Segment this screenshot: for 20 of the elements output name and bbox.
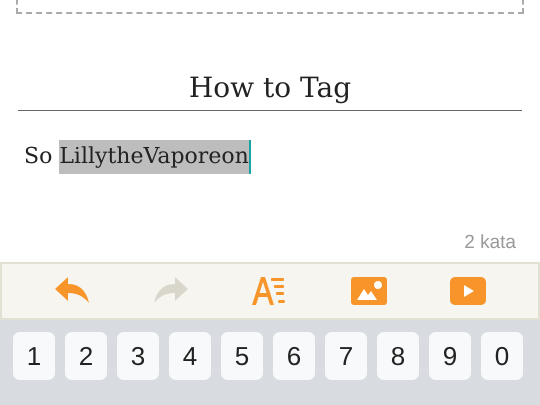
body-text: So — [24, 143, 54, 171]
keyboard-key[interactable]: 8 — [377, 332, 419, 380]
undo-icon — [54, 277, 89, 305]
redo-icon — [154, 277, 188, 305]
video-icon — [450, 277, 486, 305]
keyboard-key[interactable]: 0 — [481, 332, 523, 380]
text-cursor — [248, 140, 251, 174]
keyboard-key[interactable]: 3 — [117, 332, 159, 380]
keyboard-key[interactable]: 7 — [325, 332, 367, 380]
selected-text: LillytheVaporeon — [59, 140, 249, 174]
keyboard-key[interactable]: 6 — [273, 332, 315, 380]
image-icon — [351, 277, 388, 305]
post-title[interactable]: How to Tag — [18, 70, 522, 111]
keyboard-key[interactable]: 2 — [65, 332, 107, 380]
keyboard-key[interactable]: 9 — [429, 332, 471, 380]
word-count: 2 kata — [464, 231, 516, 255]
text-format-icon — [252, 277, 288, 305]
keyboard-key[interactable]: 4 — [169, 332, 211, 380]
keyboard-key[interactable]: 1 — [13, 332, 55, 380]
keyboard-key[interactable]: 5 — [221, 332, 263, 380]
